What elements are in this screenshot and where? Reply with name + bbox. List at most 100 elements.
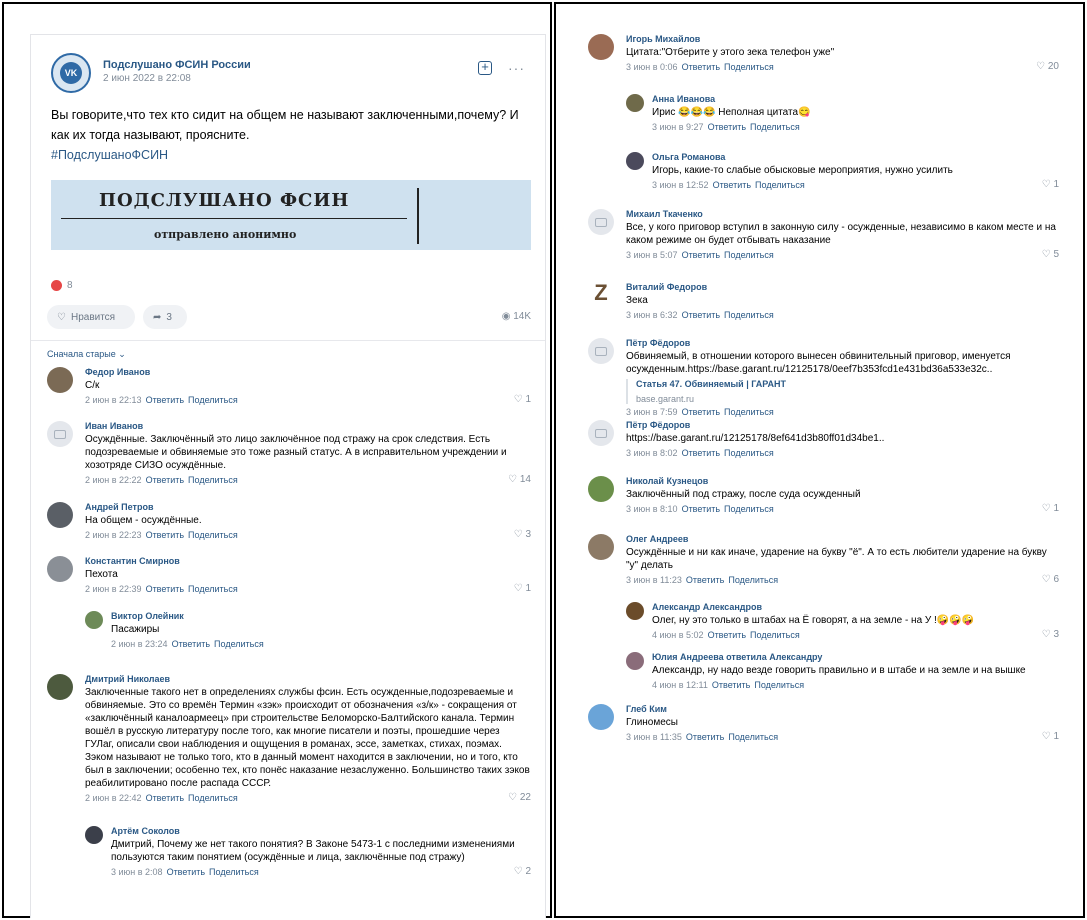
reply-link[interactable]: Ответить xyxy=(682,407,720,417)
comment-date[interactable]: 3 июн в 11:23 xyxy=(626,575,682,585)
share-link[interactable]: Поделиться xyxy=(214,639,264,649)
reply-link[interactable]: Ответить xyxy=(146,530,184,540)
reply-link[interactable]: Ответить xyxy=(708,122,746,132)
comment-date[interactable]: 2 июн в 22:22 xyxy=(85,475,142,485)
commenter-name[interactable]: Федор Иванов xyxy=(85,367,531,379)
group-avatar[interactable]: VK xyxy=(51,53,91,93)
comment-date[interactable]: 4 июн в 12:11 xyxy=(652,680,708,690)
share-link[interactable]: Поделиться xyxy=(724,250,774,260)
comment-date[interactable]: 2 июн в 22:42 xyxy=(85,793,142,803)
share-link[interactable]: Поделиться xyxy=(728,732,778,742)
commenter-avatar[interactable] xyxy=(85,826,103,844)
commenter-avatar[interactable] xyxy=(47,367,73,393)
post-image-banner[interactable]: ПОДСЛУШАНО ФСИН отправлено анонимно xyxy=(51,180,531,250)
group-name[interactable]: Подслушано ФСИН России xyxy=(103,59,251,71)
camera-avatar-icon[interactable] xyxy=(588,420,614,446)
reply-link[interactable]: Ответить xyxy=(682,310,720,320)
more-dots-icon[interactable]: ··· xyxy=(508,61,525,75)
commenter-name[interactable]: Олег Андреев xyxy=(626,534,1059,546)
share-link[interactable]: Поделиться xyxy=(750,630,800,640)
comment-date[interactable]: 3 июн в 11:35 xyxy=(626,732,682,742)
share-link[interactable]: Поделиться xyxy=(724,407,774,417)
comment-like-button[interactable]: ♡ 1 xyxy=(1042,179,1059,190)
commenter-name[interactable]: Юлия Андреева ответила Александру xyxy=(652,652,1059,664)
reply-link[interactable]: Ответить xyxy=(682,250,720,260)
reply-link[interactable]: Ответить xyxy=(146,793,184,803)
share-link[interactable]: Поделиться xyxy=(755,180,805,190)
comment-like-button[interactable]: ♡ 3 xyxy=(514,529,531,540)
reply-link[interactable]: Ответить xyxy=(682,504,720,514)
reply-link[interactable]: Ответить xyxy=(172,639,210,649)
comment-like-button[interactable]: ♡ 20 xyxy=(1036,61,1059,72)
reply-link[interactable]: Ответить xyxy=(146,395,184,405)
share-button[interactable]: ➦ 3 xyxy=(143,305,187,329)
comment-date[interactable]: 4 июн в 5:02 xyxy=(652,630,704,640)
comment-date[interactable]: 3 июн в 7:59 xyxy=(626,407,678,417)
share-link[interactable]: Поделиться xyxy=(724,448,774,458)
commenter-avatar[interactable] xyxy=(626,152,644,170)
comment-date[interactable]: 3 июн в 5:07 xyxy=(626,250,678,260)
reactions-summary[interactable]: 8 xyxy=(51,280,73,291)
commenter-avatar[interactable] xyxy=(626,602,644,620)
commenter-name[interactable]: Пётр Фёдоров xyxy=(626,420,1059,432)
comment-like-button[interactable]: ♡ 1 xyxy=(514,394,531,405)
share-link[interactable]: Поделиться xyxy=(754,680,804,690)
reply-link[interactable]: Ответить xyxy=(713,180,751,190)
reply-link[interactable]: Ответить xyxy=(712,680,750,690)
comment-like-button[interactable]: ♡ 1 xyxy=(1042,731,1059,742)
comment-like-button[interactable]: ♡ 1 xyxy=(514,583,531,594)
commenter-avatar[interactable] xyxy=(47,502,73,528)
commenter-name[interactable]: Виталий Федоров xyxy=(626,282,1059,294)
share-link[interactable]: Поделиться xyxy=(728,575,778,585)
commenter-avatar[interactable] xyxy=(47,674,73,700)
commenter-name[interactable]: Александр Александров xyxy=(652,602,1059,614)
camera-avatar-icon[interactable] xyxy=(588,338,614,364)
like-button[interactable]: ♡ Нравится xyxy=(47,305,135,329)
comment-sort-toggle[interactable]: Сначала старые ⌄ xyxy=(47,349,126,360)
post-hashtag[interactable]: #ПодслушаноФСИН xyxy=(51,148,168,162)
comment-like-button[interactable]: ♡ 3 xyxy=(1042,629,1059,640)
comment-like-button[interactable]: ♡ 1 xyxy=(1042,503,1059,514)
reply-link[interactable]: Ответить xyxy=(146,584,184,594)
camera-avatar-icon[interactable] xyxy=(588,209,614,235)
commenter-name[interactable]: Михаил Ткаченко xyxy=(626,209,1059,221)
reply-link[interactable]: Ответить xyxy=(167,867,205,877)
commenter-avatar[interactable] xyxy=(626,652,644,670)
comment-date[interactable]: 3 июн в 8:02 xyxy=(626,448,678,458)
comment-date[interactable]: 3 июн в 0:06 xyxy=(626,62,678,72)
share-link[interactable]: Поделиться xyxy=(188,584,238,594)
comment-date[interactable]: 3 июн в 2:08 xyxy=(111,867,163,877)
commenter-name[interactable]: Пётр Фёдоров xyxy=(626,338,1059,350)
share-link[interactable]: Поделиться xyxy=(724,62,774,72)
reply-link[interactable]: Ответить xyxy=(686,575,724,585)
share-link[interactable]: Поделиться xyxy=(724,310,774,320)
commenter-name[interactable]: Игорь Михайлов xyxy=(626,34,1059,46)
commenter-name[interactable]: Иван Иванов xyxy=(85,421,531,433)
subscribe-plus-icon[interactable]: + xyxy=(478,60,492,75)
post-date[interactable]: 2 июн 2022 в 22:08 xyxy=(103,73,191,84)
share-link[interactable]: Поделиться xyxy=(209,867,259,877)
comment-date[interactable]: 2 июн в 22:13 xyxy=(85,395,142,405)
share-link[interactable]: Поделиться xyxy=(188,395,238,405)
commenter-name[interactable]: Артём Соколов xyxy=(111,826,531,838)
comment-date[interactable]: 3 июн в 9:27 xyxy=(652,122,704,132)
comment-like-button[interactable]: ♡ 5 xyxy=(1042,249,1059,260)
commenter-name[interactable]: Николай Кузнецов xyxy=(626,476,1059,488)
link-preview[interactable]: Статья 47. Обвиняемый | ГАРАНТ base.garan… xyxy=(626,379,1059,404)
commenter-avatar[interactable] xyxy=(588,476,614,502)
reply-link[interactable]: Ответить xyxy=(146,475,184,485)
commenter-name[interactable]: Дмитрий Николаев xyxy=(85,674,531,686)
commenter-avatar[interactable] xyxy=(588,34,614,60)
commenter-avatar[interactable] xyxy=(588,534,614,560)
commenter-name[interactable]: Глеб Ким xyxy=(626,704,1059,716)
comment-like-button[interactable]: ♡ 14 xyxy=(508,474,531,485)
reply-link[interactable]: Ответить xyxy=(686,732,724,742)
comment-date[interactable]: 2 июн в 23:24 xyxy=(111,639,168,649)
share-link[interactable]: Поделиться xyxy=(188,793,238,803)
share-link[interactable]: Поделиться xyxy=(188,530,238,540)
comment-like-button[interactable]: ♡ 2 xyxy=(514,866,531,877)
commenter-name[interactable]: Ольга Романова xyxy=(652,152,1059,164)
link-preview-title[interactable]: Статья 47. Обвиняемый | ГАРАНТ xyxy=(636,379,1059,389)
reply-link[interactable]: Ответить xyxy=(682,62,720,72)
share-link[interactable]: Поделиться xyxy=(750,122,800,132)
